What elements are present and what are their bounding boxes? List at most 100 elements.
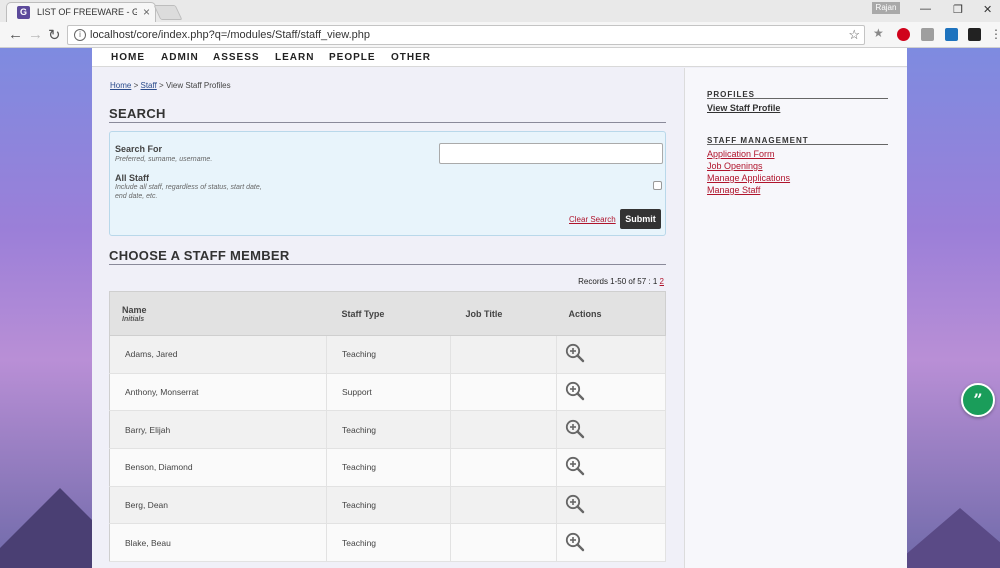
actions-cell: [556, 523, 666, 563]
staff-type: Support: [326, 373, 451, 412]
breadcrumb-separator: >: [133, 81, 139, 90]
manage-applications-link[interactable]: Manage Applications: [707, 173, 790, 183]
breadcrumb-current: View Staff Profiles: [165, 81, 231, 90]
clear-search-link[interactable]: Clear Search: [569, 215, 616, 224]
breadcrumb-staff[interactable]: Staff: [140, 81, 156, 90]
all-staff-label: All Staff: [115, 173, 150, 183]
zoom-in-icon[interactable]: [565, 343, 585, 363]
reload-icon[interactable]: ↻: [48, 26, 61, 44]
staff-type: Teaching: [326, 335, 451, 374]
breadcrumb-home[interactable]: Home: [110, 81, 131, 90]
divider: [707, 144, 888, 145]
browser-toolbar: ← → ↻ i localhost/core/index.php?q=/modu…: [0, 22, 1000, 48]
nav-admin[interactable]: ADMIN: [161, 52, 199, 63]
table-row: Adams, Jared Teaching: [109, 335, 666, 374]
search-form: Search For Preferred, surname, username.…: [109, 131, 666, 236]
bookmark-star-icon[interactable]: ☆: [848, 27, 860, 43]
minimize-icon[interactable]: —: [920, 3, 931, 15]
profile-badge[interactable]: Rajan: [872, 2, 900, 14]
url-text[interactable]: localhost/core/index.php?q=/modules/Staf…: [90, 29, 370, 41]
quote-icon[interactable]: ”: [961, 383, 995, 417]
menu-icon[interactable]: ⋮: [990, 27, 1000, 41]
actions-cell: [556, 448, 666, 487]
extension-star-icon[interactable]: ★: [873, 26, 886, 40]
page-container: HOME ADMIN ASSESS LEARN PEOPLE OTHER Hom…: [92, 48, 907, 568]
actions-column-header: Actions: [556, 291, 666, 336]
view-staff-profile-link[interactable]: View Staff Profile: [707, 103, 780, 113]
breadcrumb: Home > Staff > View Staff Profiles: [110, 81, 231, 90]
job-openings-link[interactable]: Job Openings: [707, 161, 763, 171]
initials-subheader: Initials: [122, 315, 145, 323]
staff-name[interactable]: Berg, Dean: [109, 486, 327, 525]
actions-cell: [556, 486, 666, 525]
zoom-in-icon[interactable]: [565, 381, 585, 401]
divider: [707, 98, 888, 99]
back-icon[interactable]: ←: [8, 26, 23, 43]
all-staff-checkbox[interactable]: [653, 181, 662, 190]
staff-type: Teaching: [326, 410, 451, 450]
nav-assess[interactable]: ASSESS: [213, 52, 260, 63]
table-row: Benson, Diamond Teaching: [109, 448, 666, 487]
job-title: [450, 373, 557, 412]
name-header-label: Name: [122, 304, 147, 315]
job-title: [450, 523, 557, 563]
window-close-icon[interactable]: ✕: [983, 3, 992, 16]
application-form-link[interactable]: Application Form: [707, 149, 775, 159]
job-title: [450, 410, 557, 450]
actions-cell: [556, 410, 666, 450]
nav-home[interactable]: HOME: [111, 52, 145, 63]
staff-name[interactable]: Benson, Diamond: [109, 448, 327, 487]
search-for-label: Search For: [115, 144, 163, 154]
staff-name[interactable]: Adams, Jared: [109, 335, 327, 374]
staff-type: Teaching: [326, 448, 451, 487]
table-row: Berg, Dean Teaching: [109, 486, 666, 525]
zoom-in-icon[interactable]: [565, 532, 585, 552]
favicon-icon: G: [17, 6, 30, 19]
extension-blue-icon[interactable]: [945, 28, 958, 41]
search-input[interactable]: [439, 143, 663, 164]
address-bar[interactable]: i localhost/core/index.php?q=/modules/St…: [67, 25, 865, 45]
restore-icon[interactable]: ❐: [953, 3, 963, 16]
checkmark-extension-icon[interactable]: [968, 28, 981, 41]
breadcrumb-separator: >: [159, 81, 164, 90]
staff-name[interactable]: Anthony, Monserrat: [109, 373, 327, 412]
nav-people[interactable]: PEOPLE: [329, 52, 376, 63]
staff-type: Teaching: [326, 486, 451, 525]
sidebar: PROFILES View Staff Profile STAFF MANAGE…: [684, 68, 907, 568]
divider: [109, 264, 666, 265]
nav-other[interactable]: OTHER: [391, 52, 431, 63]
new-tab-button[interactable]: [153, 5, 183, 20]
page-2-link[interactable]: 2: [660, 277, 664, 286]
staff-name[interactable]: Blake, Beau: [109, 523, 327, 563]
submit-button[interactable]: Submit: [620, 209, 661, 229]
table-row: Barry, Elijah Teaching: [109, 410, 666, 450]
actions-cell: [556, 335, 666, 374]
staff-type: Teaching: [326, 523, 451, 563]
zoom-in-icon[interactable]: [565, 494, 585, 514]
tab-title: LIST OF FREEWARE - Gib: [37, 7, 137, 17]
adblock-icon[interactable]: [897, 28, 910, 41]
name-column-header[interactable]: Name Initials: [109, 291, 327, 336]
job-title: [450, 448, 557, 487]
staff-type-column-header[interactable]: Staff Type: [326, 291, 451, 336]
choose-staff-heading: CHOOSE A STAFF MEMBER: [109, 248, 290, 263]
divider: [109, 122, 666, 123]
close-icon[interactable]: ×: [143, 5, 150, 19]
manage-staff-link[interactable]: Manage Staff: [707, 185, 760, 195]
main-nav: HOME ADMIN ASSESS LEARN PEOPLE OTHER: [92, 48, 907, 67]
zoom-in-icon[interactable]: [565, 456, 585, 476]
job-title: [450, 486, 557, 525]
forward-icon[interactable]: →: [28, 26, 43, 43]
info-icon[interactable]: i: [74, 29, 86, 41]
browser-tab[interactable]: G LIST OF FREEWARE - Gib ×: [6, 2, 156, 22]
staff-name[interactable]: Barry, Elijah: [109, 410, 327, 450]
browser-tabstrip: G LIST OF FREEWARE - Gib × Rajan — ❐ ✕: [0, 0, 1000, 22]
nav-learn[interactable]: LEARN: [275, 52, 314, 63]
extension-icon[interactable]: [921, 28, 934, 41]
table-row: Anthony, Monserrat Support: [109, 373, 666, 412]
zoom-in-icon[interactable]: [565, 419, 585, 439]
job-title-column-header[interactable]: Job Title: [450, 291, 557, 336]
records-text: Records 1-50 of 57 : 1: [578, 277, 658, 286]
job-title: [450, 335, 557, 374]
search-for-help: Preferred, surname, username.: [115, 156, 213, 163]
